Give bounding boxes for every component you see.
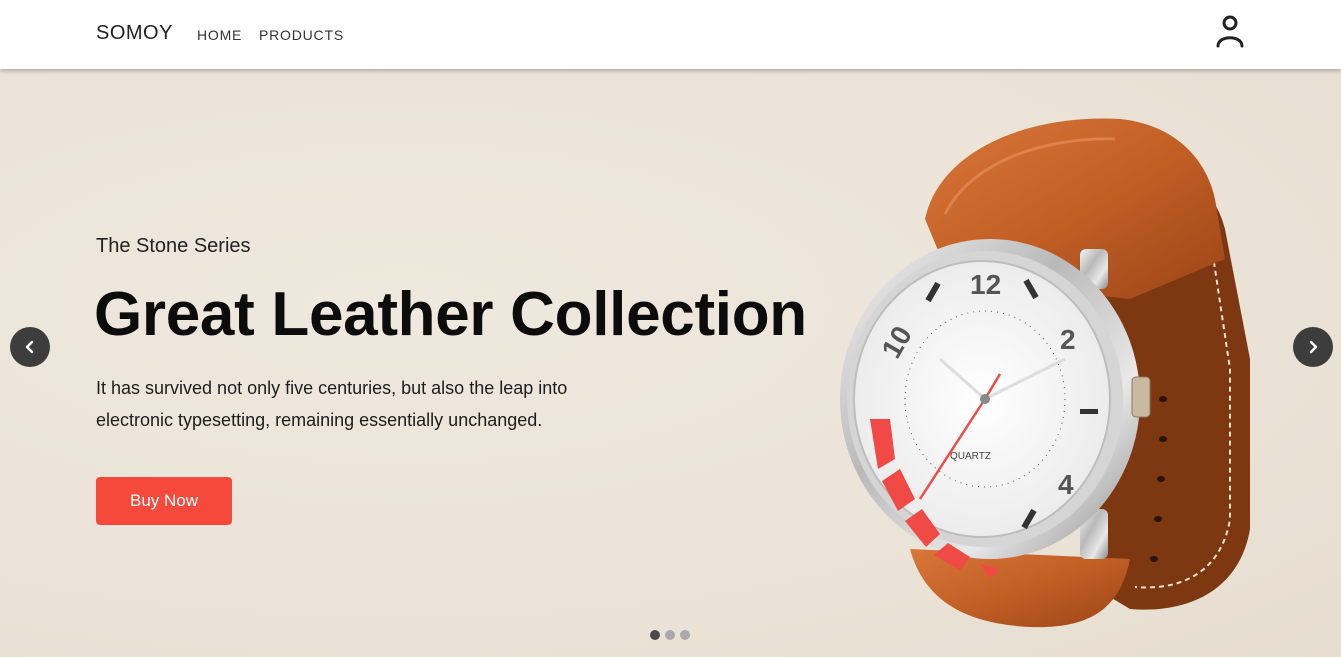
hero-headline: Great Leather Collection	[94, 280, 807, 349]
carousel-indicators	[650, 630, 690, 640]
navbar: SOMOY HOME PRODUCTS	[0, 0, 1341, 69]
nav-link-home[interactable]: HOME	[197, 27, 242, 43]
chevron-left-icon	[25, 340, 34, 354]
dial-2: 2	[1060, 324, 1076, 355]
product-watch-image: 12 2 4 10 QUARTZ	[840, 118, 1250, 628]
carousel-next-button[interactable]	[1293, 327, 1333, 367]
carousel-prev-button[interactable]	[10, 327, 50, 367]
dial-brand: QUARTZ	[950, 451, 991, 462]
brand-logo[interactable]: SOMOY	[96, 22, 173, 45]
hero-carousel: The Stone Series Great Leather Collectio…	[0, 69, 1341, 657]
carousel-dot-2[interactable]	[665, 630, 675, 640]
dial-12: 12	[970, 269, 1001, 300]
carousel-dot-1[interactable]	[650, 630, 660, 640]
hero-description: It has survived not only five centuries,…	[96, 378, 568, 430]
nav-link-products[interactable]: PRODUCTS	[259, 27, 344, 43]
dial-4: 4	[1058, 469, 1074, 500]
carousel-dot-3[interactable]	[680, 630, 690, 640]
buy-now-button[interactable]: Buy Now	[96, 477, 232, 525]
chevron-right-icon	[1309, 340, 1318, 354]
user-icon[interactable]	[1212, 13, 1248, 49]
hero-subtitle: The Stone Series	[96, 235, 251, 257]
